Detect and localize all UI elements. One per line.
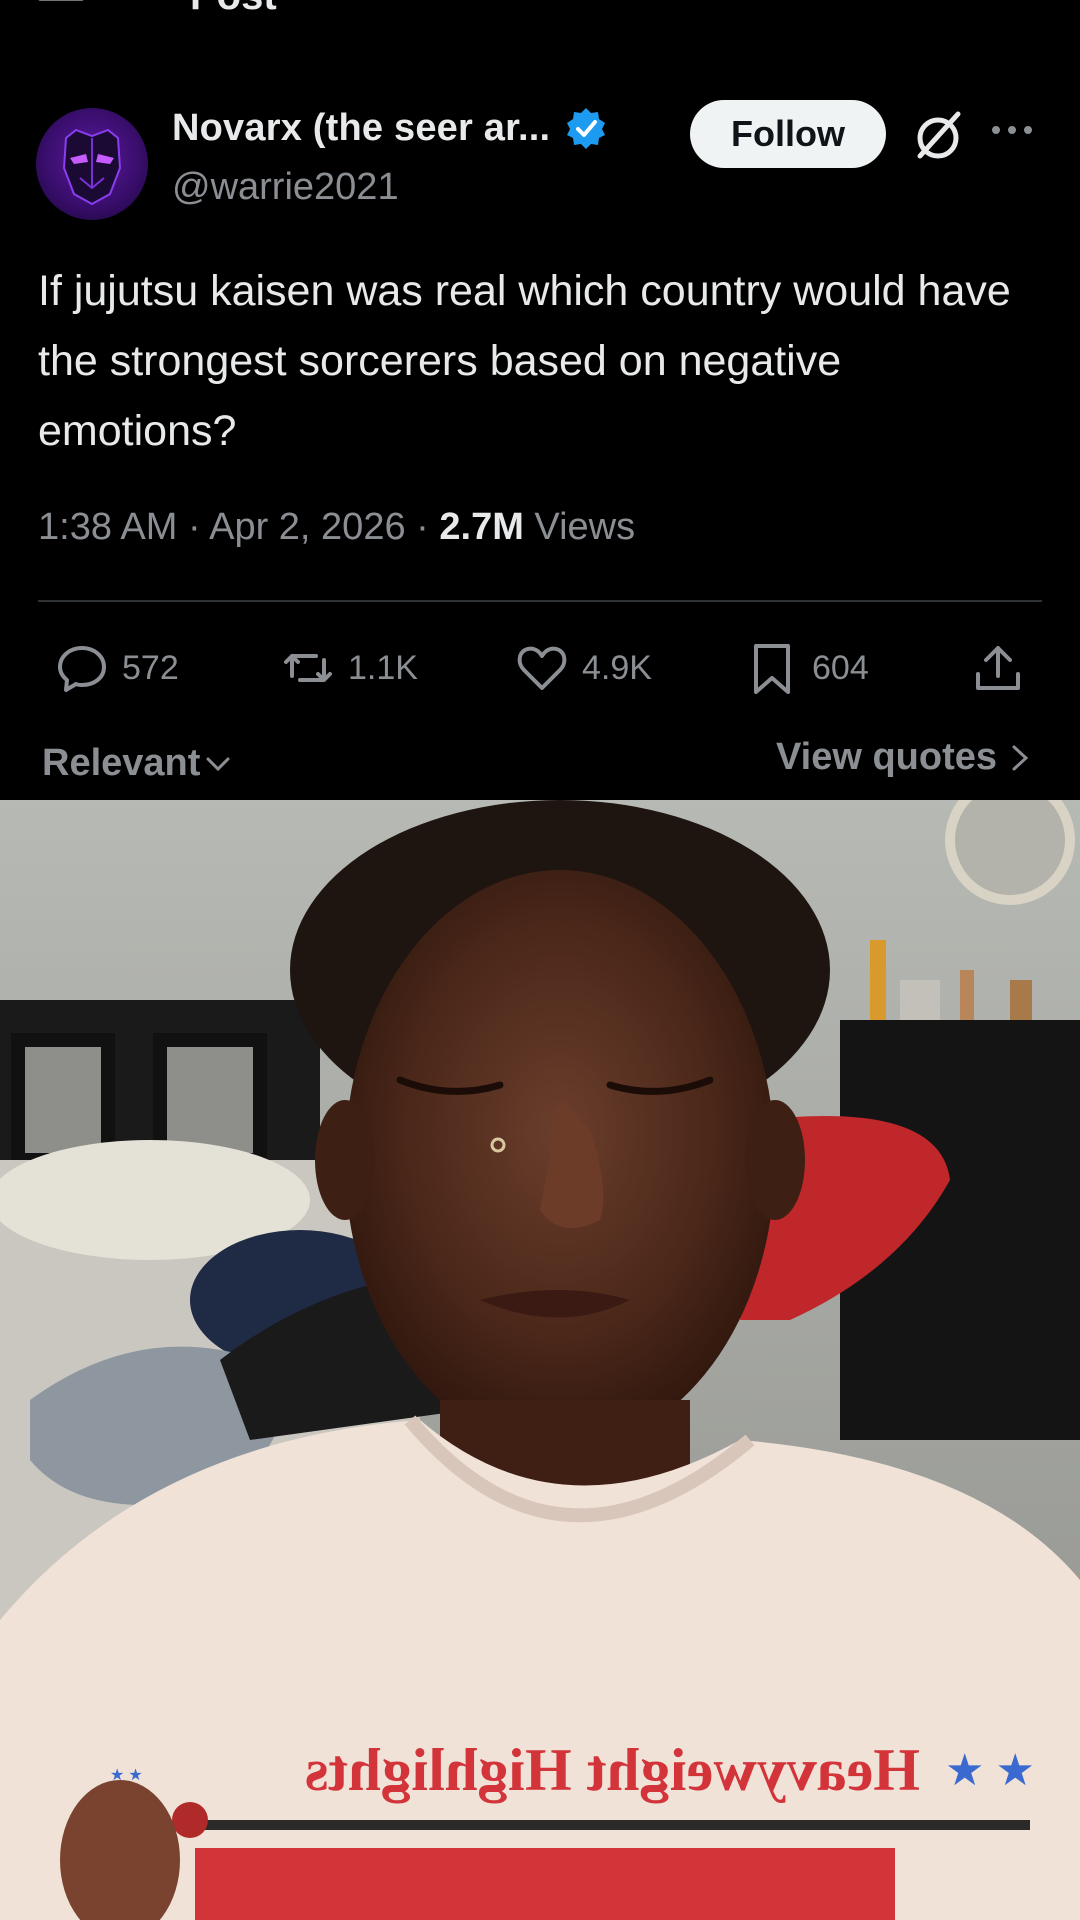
video-frame: ★ ★ ★ ★ Heavyweight Highlights	[0, 800, 1080, 1920]
more-options-icon[interactable]	[990, 120, 1034, 140]
chevron-down-icon	[206, 757, 230, 771]
repost-icon	[284, 654, 332, 682]
views-label: Views	[534, 506, 636, 548]
sort-label: Relevant	[42, 742, 201, 784]
back-arrow-icon[interactable]	[36, 0, 86, 18]
like-button[interactable]: 4.9K	[514, 640, 652, 696]
views-count[interactable]: 2.7M	[439, 506, 523, 548]
chevron-right-icon	[1012, 745, 1029, 770]
reply-icon	[58, 646, 106, 692]
like-count: 4.9K	[582, 648, 652, 687]
avatar[interactable]	[36, 108, 148, 220]
author-handle[interactable]: @warrie2021	[172, 166, 399, 209]
tweet-text: If jujutsu kaisen was real which country…	[38, 267, 1011, 455]
reply-button[interactable]: 572	[54, 640, 179, 696]
meta-separator: ·	[405, 506, 440, 548]
divider	[38, 600, 1042, 602]
video-player[interactable]: ★ ★ ★ ★ Heavyweight Highlights	[0, 800, 1080, 1920]
share-button[interactable]	[970, 640, 1026, 696]
author-display-name[interactable]: Novarx (the seer ar...	[172, 107, 550, 150]
verified-badge-icon	[567, 108, 606, 149]
view-quotes-label: View quotes	[776, 736, 998, 778]
repost-count: 1.1K	[348, 648, 418, 687]
svg-text:★ ★: ★ ★	[945, 1746, 1035, 1795]
action-bar: 572 1.1K 4.9K 604	[0, 640, 1080, 710]
top-bar: Post	[0, 0, 1080, 30]
post-header: Novarx (the seer ar... @warrie2021 Follo…	[0, 100, 1080, 230]
shirt-text: Heavyweight Highlights	[305, 1737, 920, 1803]
sort-dropdown[interactable]: Relevant	[42, 742, 232, 785]
reply-count: 572	[122, 648, 179, 687]
heart-icon	[517, 646, 567, 690]
page-title: Post	[190, 0, 277, 19]
repost-button[interactable]: 1.1K	[280, 640, 418, 696]
bookmark-button[interactable]: 604	[744, 640, 869, 696]
tweet-time: 1:38 AM	[38, 506, 178, 548]
tweet-date[interactable]: Apr 2, 2026	[209, 506, 405, 548]
panther-mask-icon	[62, 128, 122, 206]
share-icon	[976, 646, 1020, 690]
grok-icon[interactable]	[910, 108, 966, 164]
view-quotes-link[interactable]: View quotes	[776, 736, 1033, 779]
author-name-row: Novarx (the seer ar...	[172, 106, 608, 150]
bookmark-count: 604	[812, 648, 869, 687]
bookmark-icon	[754, 644, 790, 694]
meta-separator: ·	[177, 506, 210, 548]
tweet-meta: 1:38 AM · Apr 2, 2026 · 2.7M Views	[38, 506, 635, 549]
follow-button[interactable]: Follow	[690, 100, 886, 168]
